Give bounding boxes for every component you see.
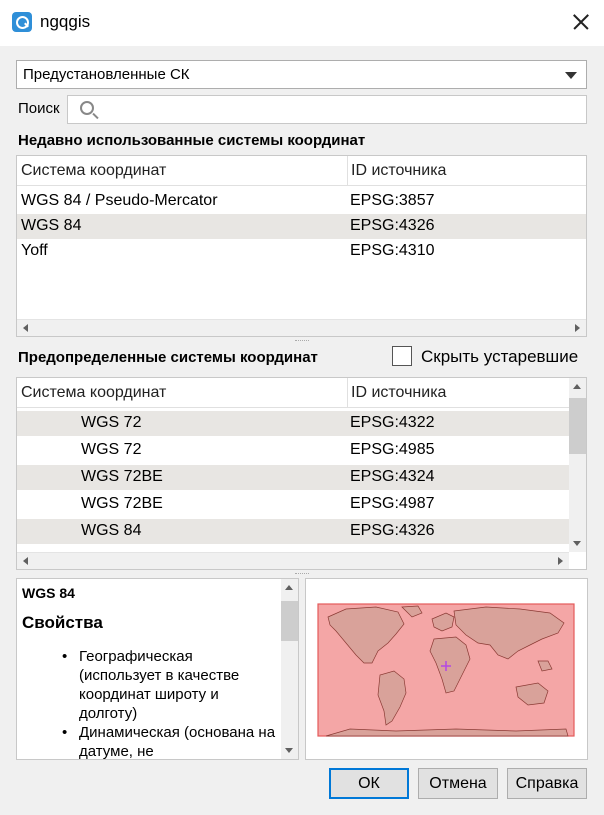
vertical-scrollbar[interactable]	[281, 579, 298, 759]
horizontal-scrollbar[interactable]	[17, 319, 586, 336]
preset-crs-dropdown[interactable]: Предустановленные СК	[16, 60, 587, 89]
splitter-handle[interactable]	[295, 573, 309, 575]
table-row[interactable]: WGS 72 EPSG:4322	[17, 411, 569, 436]
table-header: Система координат ID источника	[17, 156, 586, 186]
predefined-crs-title: Предопределенные системы координат	[18, 349, 318, 366]
table-row[interactable]: WGS 84 EPSG:4326	[17, 214, 586, 239]
title-bar: ngqgis	[0, 0, 604, 46]
table-row[interactable]: WGS 72 EPSG:4985	[17, 438, 569, 463]
scroll-left-icon[interactable]	[23, 557, 28, 565]
table-row[interactable]: WGS 72BE EPSG:4987	[17, 492, 569, 517]
help-button[interactable]: Справка	[507, 768, 587, 799]
scroll-right-icon[interactable]	[558, 557, 563, 565]
ok-button[interactable]: ОК	[329, 768, 409, 799]
crs-extent-map	[305, 578, 588, 760]
search-icon	[80, 101, 94, 115]
crs-name: WGS 84	[22, 585, 75, 601]
scroll-up-icon[interactable]	[573, 384, 581, 389]
world-map	[317, 603, 575, 737]
table-row[interactable]: Yoff EPSG:4310	[17, 239, 586, 264]
search-label: Поиск	[18, 100, 60, 117]
column-header-crs[interactable]: Система координат	[21, 162, 166, 180]
properties-heading: Свойства	[22, 613, 103, 632]
chevron-down-icon	[565, 72, 577, 79]
window-title: ngqgis	[40, 12, 91, 31]
scrollbar-thumb[interactable]	[281, 601, 298, 641]
table-row[interactable]: WGS 84 / Pseudo-Mercator EPSG:3857	[17, 189, 586, 214]
table-row[interactable]: WGS 84 EPSG:4326	[17, 519, 569, 544]
column-header-id[interactable]: ID источника	[351, 384, 446, 402]
table-row[interactable]: WGS 72BE EPSG:4324	[17, 465, 569, 490]
crs-info-panel: WGS 84 Свойства Географическая (использу…	[16, 578, 299, 760]
vertical-scrollbar[interactable]	[569, 378, 586, 552]
scroll-up-icon[interactable]	[285, 585, 293, 590]
splitter-handle[interactable]	[295, 340, 309, 342]
search-input[interactable]	[67, 95, 587, 124]
horizontal-scrollbar[interactable]	[17, 552, 569, 569]
scroll-right-icon[interactable]	[575, 324, 580, 332]
column-header-crs[interactable]: Система координат	[21, 384, 166, 402]
close-icon[interactable]	[572, 13, 590, 31]
app-logo-icon	[12, 12, 32, 32]
recent-crs-title: Недавно использованные системы координат	[18, 132, 366, 149]
property-item: Динамическая (основана на датуме, не	[62, 723, 279, 759]
table-header: Система координат ID источника	[17, 378, 569, 408]
hide-deprecated-checkbox[interactable]	[392, 346, 412, 366]
scroll-down-icon[interactable]	[573, 541, 581, 546]
dropdown-value: Предустановленные СК	[23, 66, 190, 83]
scroll-down-icon[interactable]	[285, 748, 293, 753]
hide-deprecated-label: Скрыть устаревшие	[421, 347, 579, 366]
scroll-left-icon[interactable]	[23, 324, 28, 332]
recent-crs-table: Система координат ID источника WGS 84 / …	[16, 155, 587, 337]
column-header-id[interactable]: ID источника	[351, 162, 446, 180]
scrollbar-thumb[interactable]	[569, 398, 586, 454]
predefined-crs-table: Система координат ID источника WGS 72 EP…	[16, 377, 587, 570]
cancel-button[interactable]: Отмена	[418, 768, 498, 799]
property-item: Географическая (использует в качестве ко…	[62, 647, 279, 723]
